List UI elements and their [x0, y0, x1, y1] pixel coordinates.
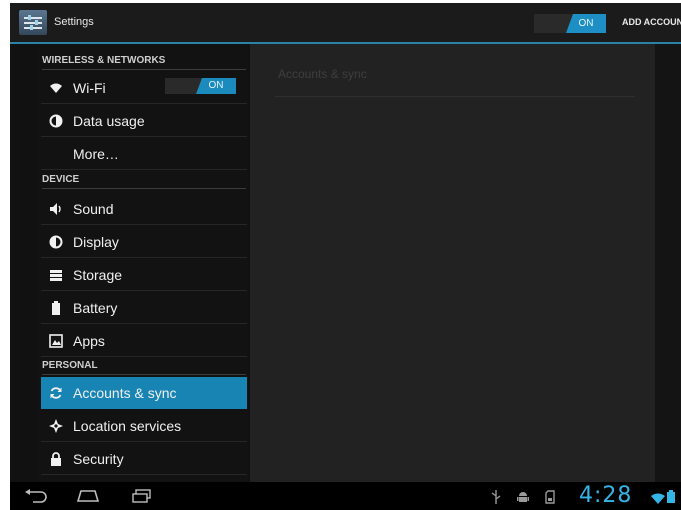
sidebar-item-more[interactable]: More…: [41, 138, 247, 170]
android-debug-icon: [517, 490, 529, 509]
wifi-signal-icon: [651, 491, 665, 509]
battery-status-icon: [667, 490, 675, 508]
storage-icon: [49, 268, 63, 282]
sidebar-item-label: Location services: [73, 418, 182, 434]
sidebar-item-label: Wi-Fi: [73, 80, 106, 96]
speaker-icon: [49, 202, 63, 216]
section-header-personal: PERSONAL: [42, 358, 246, 375]
sidebar-item-label: Storage: [73, 267, 123, 283]
section-header-device: DEVICE: [42, 172, 246, 189]
sidebar-item-security[interactable]: Security: [41, 443, 247, 475]
sidebar-item-location-services[interactable]: Location services: [41, 410, 247, 442]
settings-list: WIRELESS & NETWORKS Wi-Fi ON Data usage: [38, 44, 248, 482]
tablet-screen: Settings ON ADD ACCOUNT WIRELESS & NETWO…: [10, 3, 681, 510]
sidebar-item-label: Apps: [73, 333, 105, 349]
recent-apps-icon[interactable]: [130, 489, 154, 508]
sidebar-item-storage[interactable]: Storage: [41, 259, 247, 291]
sidebar-item-battery[interactable]: Battery: [41, 292, 247, 324]
sidebar-item-label: Sound: [73, 201, 114, 217]
action-bar: Settings ON ADD ACCOUNT: [10, 3, 681, 44]
page-title: Settings: [54, 16, 94, 28]
sidebar-item-label: Security: [73, 451, 124, 467]
location-icon: [49, 419, 63, 433]
sidebar-item-data-usage[interactable]: Data usage: [41, 105, 247, 137]
right-margin: [655, 44, 681, 482]
sidebar-item-label: Data usage: [73, 113, 145, 129]
usb-icon: [491, 490, 501, 509]
detail-pane: Accounts & sync: [250, 44, 655, 482]
toggle-on-label: ON: [566, 14, 606, 33]
sidebar-item-wifi[interactable]: Wi-Fi ON: [41, 72, 247, 104]
sync-icon: [49, 386, 63, 400]
wifi-toggle[interactable]: ON: [165, 78, 236, 94]
sidebar-item-accounts-sync[interactable]: Accounts & sync: [41, 377, 247, 409]
battery-icon: [49, 301, 63, 315]
back-icon[interactable]: [24, 489, 48, 508]
add-account-button[interactable]: ADD ACCOUNT: [622, 17, 681, 27]
sidebar-item-display[interactable]: Display: [41, 226, 247, 258]
system-bar: 4:28: [10, 482, 681, 510]
toggle-on-label: ON: [196, 78, 236, 94]
sidebar-item-label: Accounts & sync: [73, 385, 177, 401]
apps-icon: [49, 334, 63, 348]
detail-pane-title: Accounts & sync: [278, 67, 367, 81]
home-icon[interactable]: [76, 489, 100, 508]
accounts-sync-toggle[interactable]: ON: [534, 14, 606, 33]
clock[interactable]: 4:28: [579, 483, 632, 508]
wifi-icon: [49, 81, 63, 95]
display-icon: [49, 235, 63, 249]
data-usage-icon: [49, 114, 63, 128]
lock-icon: [49, 452, 63, 466]
sidebar-item-sound[interactable]: Sound: [41, 193, 247, 225]
settings-app-icon[interactable]: [19, 10, 47, 35]
sidebar-item-label: Display: [73, 234, 119, 250]
sidebar-item-label: Battery: [73, 300, 118, 316]
detail-divider: [275, 96, 635, 97]
sidebar-item-label: More…: [73, 146, 119, 162]
sd-card-icon: [545, 490, 555, 509]
sidebar-item-apps[interactable]: Apps: [41, 325, 247, 357]
section-header-wireless: WIRELESS & NETWORKS: [42, 53, 246, 70]
